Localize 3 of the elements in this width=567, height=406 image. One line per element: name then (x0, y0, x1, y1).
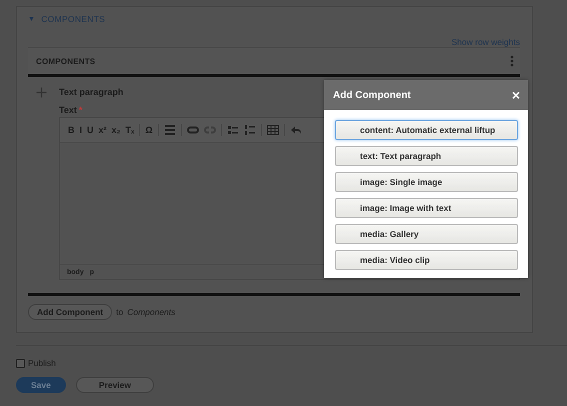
required-marker: * (78, 105, 82, 115)
column-heading: COMPONENTS (36, 56, 96, 66)
dialog-title: Add Component (333, 90, 411, 100)
